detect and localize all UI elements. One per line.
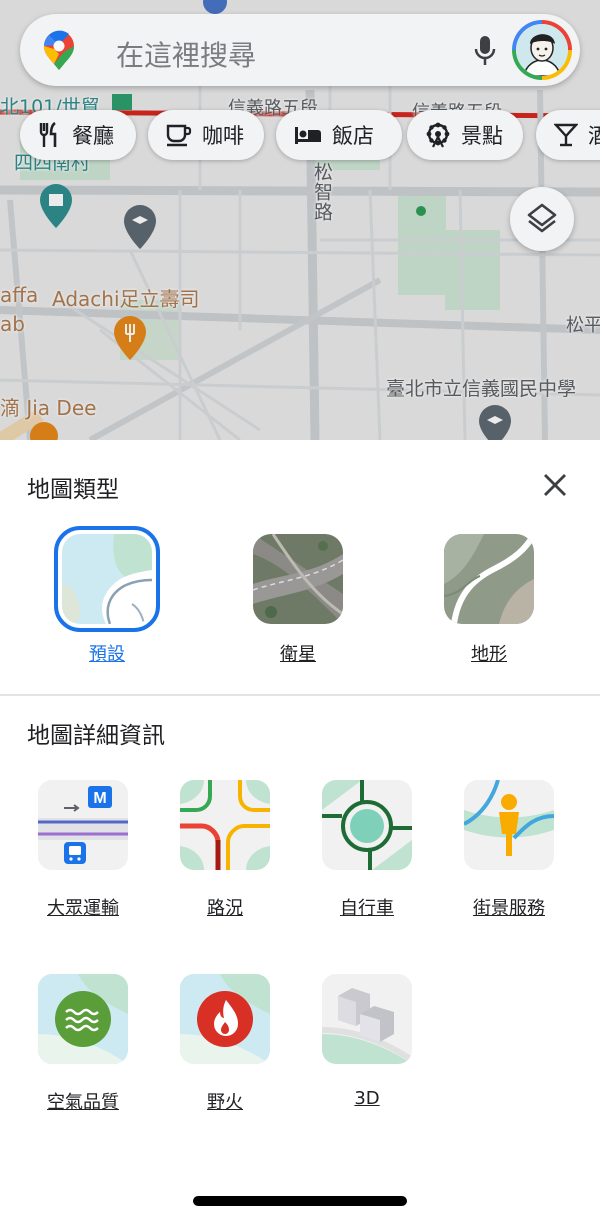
chip-attractions[interactable]: 景點 <box>407 110 523 160</box>
detail-label: 空氣品質 <box>47 1092 119 1113</box>
detail-air-quality[interactable]: 空氣品質 <box>18 974 148 1124</box>
mrt-station-icon <box>112 94 132 110</box>
transit-icon: M <box>38 780 128 870</box>
detail-label: 野火 <box>207 1092 243 1113</box>
restaurant-icon <box>39 122 57 147</box>
avatar[interactable] <box>512 20 572 80</box>
map-type-label: 預設 <box>89 644 125 665</box>
category-chips: 餐廳 咖啡 飯店 景點 酒 <box>20 110 600 160</box>
biking-icon <box>322 780 412 870</box>
map-type-terrain[interactable]: 地形 <box>434 534 544 684</box>
chip-hotels[interactable]: 飯店 <box>276 110 402 160</box>
mic-icon[interactable] <box>471 34 499 68</box>
section-divider <box>0 694 600 696</box>
wildfire-icon <box>180 974 270 1064</box>
traffic-icon <box>180 780 270 870</box>
coffee-icon <box>166 124 192 147</box>
layers-icon <box>527 203 557 233</box>
satellite-map-thumbnail <box>253 534 343 624</box>
map-label-ab: ab <box>0 312 25 336</box>
chip-restaurants[interactable]: 餐廳 <box>20 110 136 160</box>
chip-label: 飯店 <box>332 124 374 148</box>
chip-label: 餐廳 <box>72 124 114 148</box>
map-type-label: 衛星 <box>280 644 316 665</box>
chip-coffee[interactable]: 咖啡 <box>148 110 264 160</box>
school-pin-icon-2[interactable] <box>479 405 511 440</box>
map-type-title: 地圖類型 <box>27 477 119 503</box>
detail-wildfire[interactable]: 野火 <box>160 974 290 1124</box>
landmark-pin-icon[interactable] <box>40 184 72 228</box>
detail-label: 大眾運輸 <box>47 898 119 919</box>
detail-label: 自行車 <box>340 898 394 919</box>
detail-label: 路況 <box>207 898 243 919</box>
map-label-jiadee: 滴 Jia Dee <box>0 396 97 420</box>
map-label-adachi: Adachi足立壽司 <box>52 287 200 311</box>
map-type-label: 地形 <box>471 644 507 665</box>
air-quality-icon <box>38 974 128 1064</box>
map-label-songzhi-road: 松智路 <box>311 162 333 222</box>
detail-label: 街景服務 <box>473 898 545 919</box>
detail-transit[interactable]: M 大眾運輸 <box>18 780 148 930</box>
street-view-icon <box>464 780 554 870</box>
detail-biking[interactable]: 自行車 <box>302 780 432 930</box>
map-label-school: 臺北市立信義國民中學 <box>386 378 577 400</box>
map-label-affa: affa <box>0 283 39 307</box>
maps-pin-icon <box>44 30 74 70</box>
terrain-map-thumbnail <box>444 534 534 624</box>
map-details-title: 地圖詳細資訊 <box>27 723 165 749</box>
search-input[interactable]: 在這裡搜尋 <box>116 34 256 74</box>
detail-label: 3D <box>354 1088 380 1109</box>
hotel-icon <box>295 127 321 144</box>
3d-icon <box>322 974 412 1064</box>
chip-bars[interactable]: 酒 <box>536 110 600 160</box>
detail-street-view[interactable]: 街景服務 <box>444 780 574 930</box>
bar-icon <box>554 123 578 147</box>
layers-button[interactable] <box>510 187 574 251</box>
map-label-songping: 松平 <box>566 315 600 336</box>
attractions-icon <box>426 122 450 148</box>
close-icon[interactable] <box>536 466 574 504</box>
svg-text:M: M <box>93 790 106 807</box>
layers-sheet: 地圖類型 預設 衛星 地形 地圖詳細資訊 M 大眾運輸 路況 自行車 街景服務 … <box>0 440 600 1220</box>
map-type-satellite[interactable]: 衛星 <box>243 534 353 684</box>
school-pin-icon[interactable] <box>124 205 156 249</box>
search-bar[interactable]: 在這裡搜尋 <box>20 14 580 86</box>
home-indicator[interactable] <box>193 1196 407 1206</box>
avatar-face-icon <box>516 24 568 76</box>
chip-label: 景點 <box>461 124 503 148</box>
chip-label: 咖啡 <box>202 124 244 148</box>
map-view[interactable]: 北101/世貿 信義路五段 信義路五段 四四南村 松智路 affa Adachi… <box>0 0 600 440</box>
detail-3d[interactable]: 3D <box>302 974 432 1124</box>
default-map-thumbnail <box>54 526 160 632</box>
chip-label: 酒 <box>588 124 600 148</box>
map-type-default[interactable]: 預設 <box>52 526 162 684</box>
detail-traffic[interactable]: 路況 <box>160 780 290 930</box>
